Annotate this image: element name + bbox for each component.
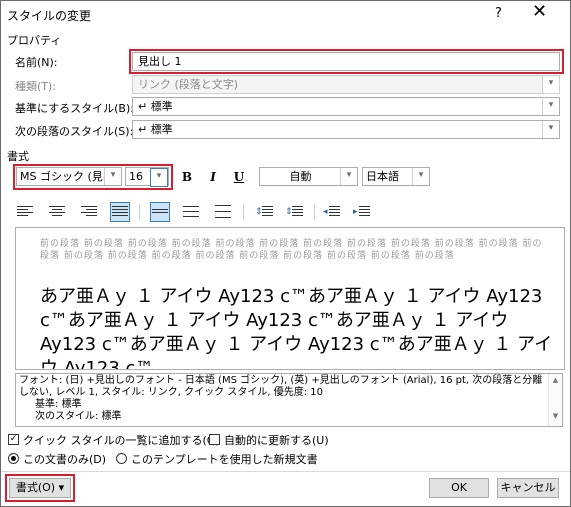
description-scrollbar[interactable]: ▲ ▼ — [548, 374, 562, 426]
next-style-value: ↵ 標準 — [138, 123, 173, 136]
chevron-down-icon[interactable]: ▾ — [340, 168, 357, 185]
toolbar-divider — [139, 204, 140, 220]
base-style-select[interactable]: ↵ 標準 ▾ — [132, 97, 560, 116]
new-documents-radio[interactable] — [116, 453, 127, 464]
italic-button[interactable]: I — [204, 168, 222, 186]
space-after-icon[interactable]: ⇕ — [285, 203, 303, 221]
font-color-select[interactable]: 自動 ▾ — [259, 167, 358, 186]
this-document-only-label: この文書のみ(D) — [23, 453, 107, 466]
this-document-only-radio[interactable] — [8, 453, 19, 464]
font-color-value: 自動 — [289, 170, 312, 183]
language-select[interactable]: 日本語 ▾ — [362, 167, 430, 186]
base-style-label: 基準にするスタイル(B): — [15, 102, 134, 115]
sample-text: あア亜Ａｙ １ アイウ Ay123 c™あア亜Ａｙ １ アイウ Ay123 c™… — [40, 286, 553, 370]
language-value: 日本語 — [366, 170, 399, 183]
space-before-icon[interactable]: ⇕ — [255, 203, 273, 221]
style-preview: 前の段落 前の段落 前の段落 前の段落 前の段落 前の段落 前の段落 前の段落 … — [15, 227, 565, 370]
align-center-icon[interactable] — [48, 203, 66, 221]
description-line: しない, レベル 1, スタイル: リンク, クイック スタイル, 優先度: 1… — [19, 387, 323, 398]
style-description: フォント: (日) +見出しのフォント - 日本語 (MS ゴシック), (英)… — [15, 373, 563, 427]
name-label: 名前(N): — [15, 56, 58, 69]
align-left-icon[interactable] — [16, 203, 34, 221]
style-type-value: リンク (段落と文字) — [138, 78, 239, 91]
justify-icon[interactable] — [110, 202, 130, 222]
close-button[interactable]: ✕ — [532, 3, 547, 21]
base-style-value: ↵ 標準 — [138, 100, 173, 113]
next-style-label: 次の段落のスタイル(S): — [15, 125, 134, 138]
new-documents-label: このテンプレートを使用した新規文書 — [131, 453, 318, 466]
add-quick-style-label: クイック スタイルの一覧に追加する(Q) — [23, 434, 220, 447]
format-button-highlight — [5, 474, 75, 502]
toolbar-divider — [314, 204, 315, 220]
line-spacing-onehalf-icon[interactable] — [182, 203, 200, 221]
name-highlight — [129, 49, 564, 74]
chevron-down-icon[interactable]: ▾ — [412, 168, 429, 185]
increase-indent-icon[interactable]: ▸ — [353, 203, 371, 221]
chevron-down-icon[interactable]: ▾ — [542, 98, 559, 115]
modify-style-dialog: スタイルの変更 ? ✕ プロパティ 名前(N): 見出し 1 種類(T): リン… — [0, 0, 571, 507]
decrease-indent-icon[interactable]: ◂ — [323, 203, 341, 221]
next-style-select[interactable]: ↵ 標準 ▾ — [132, 120, 560, 139]
previous-paragraph-text: 前の段落 前の段落 前の段落 前の段落 前の段落 前の段落 前の段落 前の段落 … — [40, 239, 543, 261]
add-quick-style-checkbox[interactable]: ✓ — [8, 434, 19, 445]
chevron-down-icon: ▾ — [542, 76, 559, 93]
cancel-button[interactable]: キャンセル — [497, 478, 559, 498]
ok-button[interactable]: OK — [429, 478, 489, 498]
footer-divider — [1, 471, 570, 472]
bold-button[interactable]: B — [178, 168, 196, 186]
font-highlight — [13, 164, 173, 190]
underline-button[interactable]: U — [230, 168, 248, 186]
auto-update-label: 自動的に更新する(U) — [224, 434, 329, 447]
format-section-label: 書式 — [7, 150, 29, 163]
description-line: 基準: 標準 — [35, 399, 82, 410]
help-button[interactable]: ? — [495, 6, 502, 21]
style-type-select: リンク (段落と文字) ▾ — [132, 75, 560, 94]
properties-section-label: プロパティ — [7, 34, 62, 47]
auto-update-checkbox[interactable] — [209, 434, 220, 445]
dialog-title: スタイルの変更 — [7, 9, 92, 23]
line-spacing-double-icon[interactable] — [214, 203, 232, 221]
chevron-down-icon[interactable]: ▾ — [542, 121, 559, 138]
description-line: 次のスタイル: 標準 — [35, 411, 122, 422]
line-spacing-single-icon[interactable] — [150, 202, 170, 222]
description-line: フォント: (日) +見出しのフォント - 日本語 (MS ゴシック), (英)… — [19, 375, 543, 386]
toolbar-divider — [243, 204, 244, 220]
type-label: 種類(T): — [15, 80, 57, 93]
align-right-icon[interactable] — [80, 203, 98, 221]
